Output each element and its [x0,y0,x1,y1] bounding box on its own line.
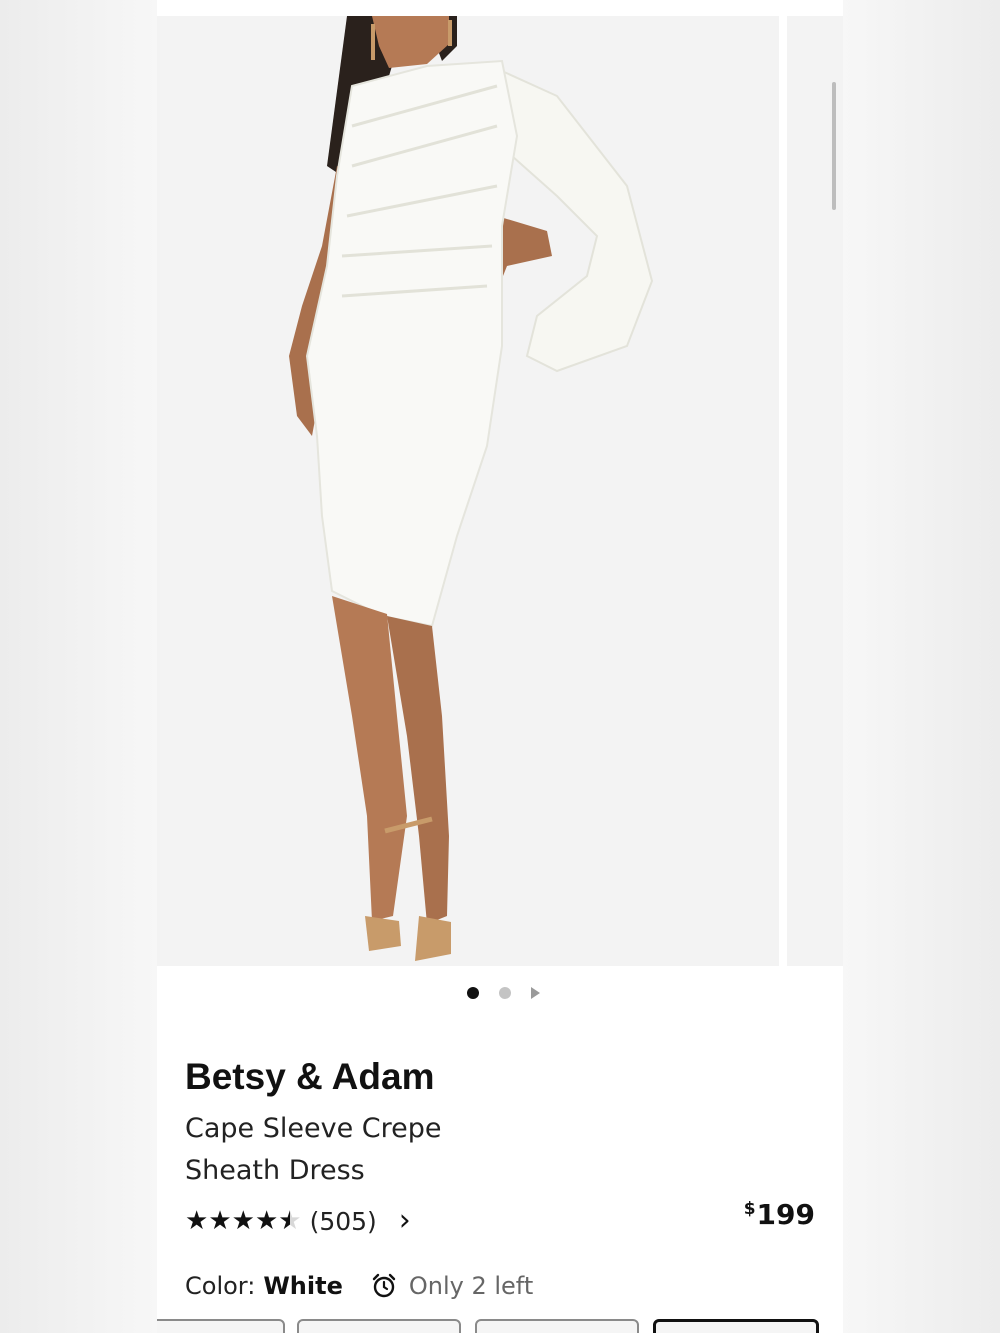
chevron-right-icon: › [398,1203,411,1238]
video-play-icon[interactable] [530,986,540,999]
right-backdrop [843,0,1000,1333]
carousel-dot-2[interactable] [498,986,511,999]
star-icon: ★ [208,1206,232,1236]
star-rating: ★ ★ ★ ★ ★ [185,1208,302,1234]
product-name-line-2: Sheath Dress [185,1155,365,1186]
review-count: (505) [309,1206,377,1236]
product-image[interactable] [157,16,779,966]
color-value: White [263,1272,343,1300]
brand-name[interactable]: Betsy & Adam [185,1056,434,1098]
star-icon: ★ [231,1206,255,1236]
price: $199 [744,1198,815,1231]
color-swatch-3[interactable] [475,1319,639,1333]
color-swatch-2[interactable] [297,1319,461,1333]
star-icon: ★ [254,1206,279,1236]
color-label: Color: [185,1272,256,1300]
scrollbar[interactable] [832,82,836,210]
left-backdrop [0,0,157,1333]
carousel-dot-1[interactable] [467,986,480,999]
price-amount: 199 [756,1198,815,1231]
color-swatch-1[interactable] [157,1319,285,1333]
model-photo [289,16,654,961]
product-name: Cape Sleeve Crepe Sheath Dress [185,1108,605,1192]
half-star-icon: ★ [278,1206,302,1236]
product-name-line-1: Cape Sleeve Crepe [185,1113,442,1144]
alarm-clock-icon [372,1273,396,1298]
star-icon: ★ [185,1206,209,1236]
product-page: Betsy & Adam Cape Sleeve Crepe Sheath Dr… [157,0,843,1333]
stock-status: Only 2 left [408,1272,534,1300]
product-image-carousel[interactable] [157,16,843,966]
rating-reviews-link[interactable]: ★ ★ ★ ★ ★ (505) › [185,1203,411,1239]
carousel-dots [157,982,843,999]
price-currency: $ [743,1199,756,1219]
color-swatch-selected[interactable] [653,1319,819,1333]
color-stock-row: Color: White Only 2 left [185,1268,533,1304]
